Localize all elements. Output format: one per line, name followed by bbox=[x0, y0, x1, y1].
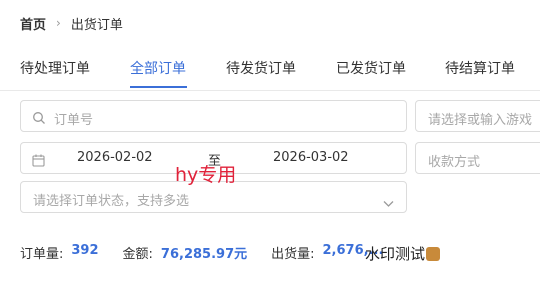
hy-overlay-label: hy专用 bbox=[175, 164, 237, 186]
date-end[interactable]: 2026-03-02 bbox=[273, 150, 349, 165]
game-select[interactable]: 请选择或输入游戏 bbox=[415, 100, 540, 132]
watermark-text: 水印测试 bbox=[365, 245, 426, 263]
active-tab-indicator bbox=[130, 86, 187, 88]
breadcrumb-separator-icon: › bbox=[56, 16, 61, 30]
order-number-input[interactable]: 订单号 bbox=[20, 100, 407, 132]
payment-method-select[interactable]: 收款方式 bbox=[415, 142, 540, 174]
order-count-label: 订单量: bbox=[20, 246, 64, 262]
tab-to-ship[interactable]: 待发货订单 bbox=[226, 58, 296, 78]
breadcrumb-current: 出货订单 bbox=[70, 17, 123, 33]
tab-all[interactable]: 全部订单 bbox=[130, 58, 186, 78]
search-icon bbox=[32, 110, 46, 129]
watermark-overlay: 水印测试 bbox=[365, 243, 441, 264]
order-tabs: 待处理订单 全部订单 待发货订单 已发货订单 待结算订单 bbox=[0, 50, 540, 91]
shipped-label: 出货量: bbox=[271, 246, 315, 262]
breadcrumb-home[interactable]: 首页 bbox=[20, 14, 46, 33]
watermark-badge-icon bbox=[426, 247, 441, 261]
order-number-placeholder: 订单号 bbox=[54, 113, 94, 128]
order-summary: 订单量: 392 金额: 76,285.97元 出货量: 2,676,... bbox=[20, 242, 407, 262]
game-select-placeholder: 请选择或输入游戏 bbox=[428, 113, 533, 128]
breadcrumb: 首页 › 出货订单 bbox=[20, 13, 123, 33]
order-status-placeholder: 请选择订单状态，支持多选 bbox=[33, 194, 190, 209]
amount-value: 76,285.97元 bbox=[160, 246, 248, 262]
chevron-down-icon bbox=[383, 193, 394, 212]
date-start[interactable]: 2026-02-02 bbox=[77, 150, 153, 165]
payment-method-placeholder: 收款方式 bbox=[428, 155, 481, 170]
calendar-icon bbox=[32, 152, 45, 171]
amount-label: 金额: bbox=[122, 246, 153, 262]
order-count-value: 392 bbox=[71, 242, 99, 258]
tab-pending[interactable]: 待处理订单 bbox=[20, 58, 90, 78]
tab-shipped[interactable]: 已发货订单 bbox=[336, 58, 406, 78]
tab-to-settle[interactable]: 待结算订单 bbox=[445, 58, 515, 78]
